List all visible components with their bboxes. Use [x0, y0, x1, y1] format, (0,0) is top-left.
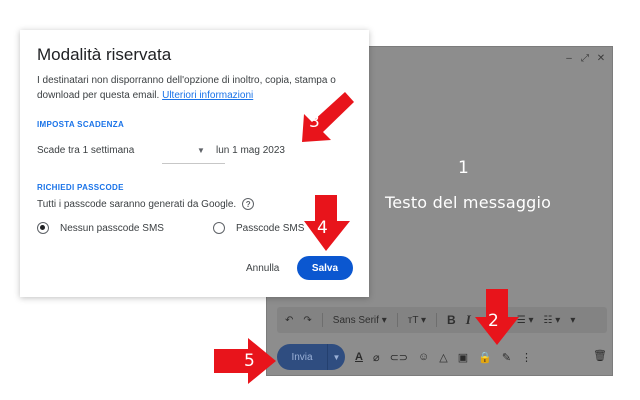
radio-no-sms-label: Nessun passcode SMS: [60, 222, 164, 234]
more-options-icon[interactable]: ⋮: [521, 351, 532, 364]
send-button[interactable]: Invia ▼: [277, 344, 345, 370]
confidential-lock-icon[interactable]: 🔒: [478, 351, 492, 364]
expiry-date: lun 1 mag 2023: [216, 145, 285, 156]
dialog-title: Modalità riservata: [37, 45, 172, 64]
annotation-number-3: 3: [309, 112, 320, 132]
radio-sms-label: Passcode SMS: [236, 222, 305, 234]
save-button[interactable]: Salva: [297, 256, 353, 280]
passcode-description: Tutti i passcode saranno generati da Goo…: [37, 198, 255, 210]
send-toolbar: Invia ▼ A ⌀ ⊂⊃ ☺ △ ▣ 🔒 ✎ ⋮ 🗑: [277, 344, 607, 370]
expiry-select-value: Scade tra 1 settimana: [37, 145, 135, 156]
radio-button[interactable]: [213, 222, 225, 234]
expiry-section-label: IMPOSTA SCADENZA: [37, 120, 125, 129]
radio-button-selected[interactable]: [37, 222, 49, 234]
minimize-icon[interactable]: ‒: [564, 53, 574, 64]
annotation-number-1: 1: [458, 158, 469, 178]
font-select[interactable]: Sans Serif ▾: [333, 315, 387, 326]
expiry-select[interactable]: Scade tra 1 settimana ▼: [37, 145, 225, 164]
attach-icon[interactable]: ⌀: [373, 351, 380, 364]
signature-pen-icon[interactable]: ✎: [502, 351, 511, 364]
message-body[interactable]: Testo del messaggio: [385, 193, 551, 212]
text-color-icon[interactable]: A: [355, 351, 363, 363]
trash-icon[interactable]: 🗑: [593, 349, 607, 362]
photo-icon[interactable]: ▣: [458, 351, 468, 364]
select-underline: [162, 163, 225, 164]
chevron-down-icon: ▼: [197, 146, 205, 155]
emoji-icon[interactable]: ☺: [418, 351, 429, 363]
passcode-description-text: Tutti i passcode saranno generati da Goo…: [37, 198, 237, 210]
bold-icon[interactable]: B: [447, 313, 456, 327]
list-icon[interactable]: ☷ ▾: [544, 315, 561, 326]
close-icon[interactable]: ✕: [596, 53, 606, 64]
confidential-mode-dialog: Modalità riservata I destinatari non dis…: [20, 30, 369, 297]
send-button-label: Invia: [291, 351, 313, 363]
radio-sms[interactable]: Passcode SMS: [213, 222, 304, 234]
help-icon[interactable]: ?: [242, 198, 255, 210]
toolbar-divider: [396, 313, 398, 327]
send-options-chevron-icon[interactable]: ▼: [327, 344, 345, 370]
annotation-number-4: 4: [317, 218, 328, 238]
annotation-number-2: 2: [488, 311, 499, 331]
redo-icon[interactable]: ↷: [303, 315, 311, 326]
more-formatting-icon[interactable]: ▾: [570, 315, 575, 326]
italic-icon[interactable]: I: [466, 312, 471, 328]
compose-window-controls: ‒ ⤢ ✕: [564, 53, 606, 64]
radio-no-sms[interactable]: Nessun passcode SMS: [37, 222, 164, 234]
expand-icon[interactable]: ⤢: [580, 53, 590, 64]
annotation-number-5: 5: [244, 351, 255, 371]
undo-icon[interactable]: ↶: [285, 315, 293, 326]
toolbar-divider: [436, 313, 438, 327]
formatting-toolbar: ↶ ↷ Sans Serif ▾ тT ▾ B I ☰ ▾ ☷ ▾ ▾: [277, 307, 607, 333]
toolbar-divider: [321, 313, 323, 327]
font-select-label: Sans Serif: [332, 314, 379, 326]
drive-icon[interactable]: △: [439, 351, 447, 364]
cancel-button[interactable]: Annulla: [246, 263, 279, 274]
annotation-arrow-3: [302, 92, 354, 142]
link-icon[interactable]: ⊂⊃: [390, 351, 408, 364]
passcode-section-label: RICHIEDI PASSCODE: [37, 183, 124, 192]
text-size-icon[interactable]: тT ▾: [408, 315, 426, 326]
learn-more-link[interactable]: Ulteriori informazioni: [162, 90, 253, 101]
